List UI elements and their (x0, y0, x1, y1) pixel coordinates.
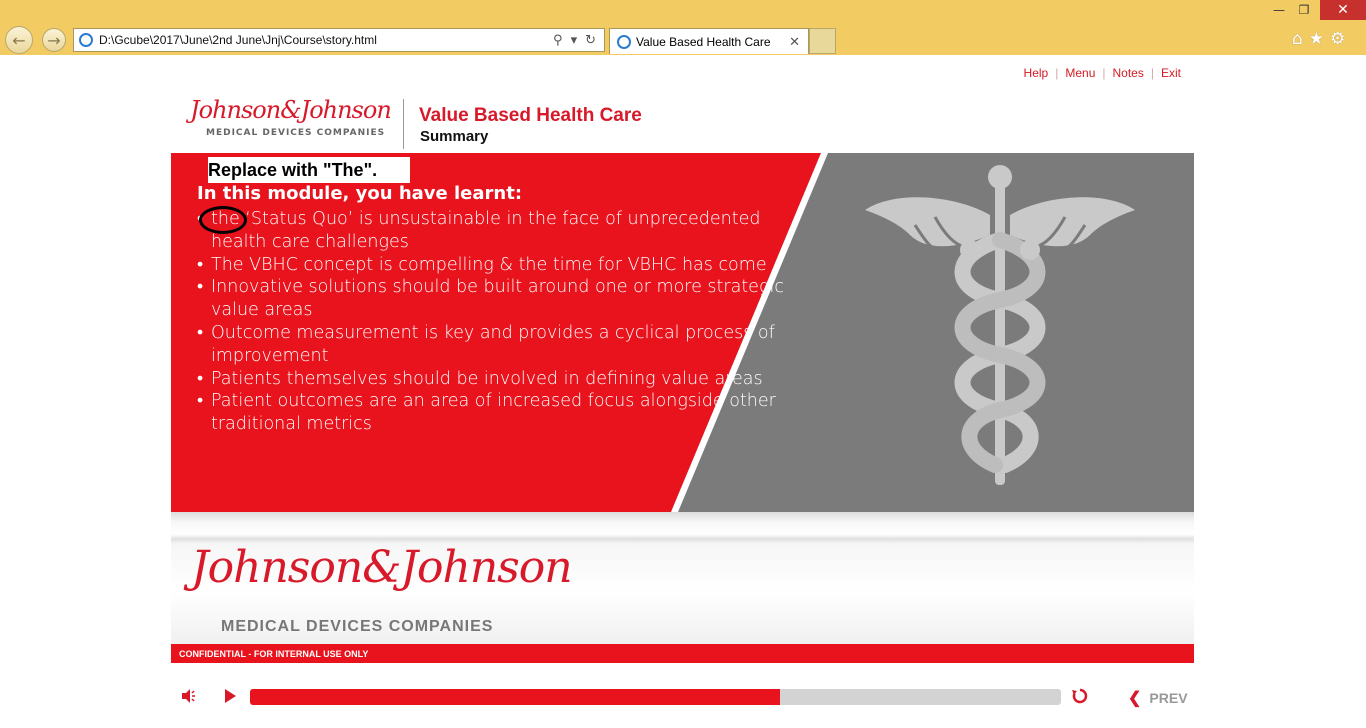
summary-slide: Replace with "The". In this module, you … (171, 153, 1194, 512)
tab-value-based-health-care[interactable]: Value Based Health Care ✕ (609, 28, 809, 54)
search-icon[interactable]: ⚲ (553, 33, 563, 48)
jnj-banner: Johnson&Johnson MEDICAL DEVICES COMPANIE… (171, 512, 1194, 644)
minimize-icon[interactable]: — (1268, 0, 1290, 20)
list-item: Patients themselves should be involved i… (197, 368, 787, 391)
address-url[interactable]: D:\Gcube\2017\June\2nd June\Jnj\Course\s… (99, 33, 553, 47)
banner-logo-subtitle: MEDICAL DEVICES COMPANIES (221, 618, 494, 635)
forward-arrow-icon: → (47, 30, 61, 50)
caduceus-icon (865, 165, 1135, 485)
review-circle-mark (199, 206, 247, 234)
prev-button[interactable]: ❮ PREV (1128, 688, 1188, 708)
refresh-icon[interactable]: ↻ (585, 33, 596, 48)
list-item: Innovative solutions should be built aro… (197, 276, 787, 322)
volume-icon[interactable] (181, 688, 197, 704)
ie-page-icon (79, 33, 93, 47)
logo-script: Johnson&Johnson (190, 96, 392, 124)
restore-icon[interactable]: ❐ (1292, 0, 1316, 20)
course-top-links: Help | Menu | Notes | Exit (1017, 66, 1188, 80)
banner-logo-script: Johnson&Johnson (191, 542, 573, 593)
review-annotation: Replace with "The". (208, 157, 410, 183)
list-item: The VBHC concept is compelling & the tim… (197, 254, 787, 277)
header-divider (403, 99, 404, 149)
exit-link[interactable]: Exit (1154, 66, 1188, 80)
play-icon[interactable] (225, 689, 236, 703)
ie-tab-icon (617, 34, 631, 49)
home-icon[interactable]: ⌂ (1292, 29, 1303, 49)
replay-icon[interactable] (1071, 687, 1089, 705)
menu-link[interactable]: Menu (1058, 66, 1102, 80)
forward-button[interactable]: → (42, 28, 66, 52)
seek-bar[interactable] (250, 689, 1061, 705)
new-tab-button[interactable] (809, 28, 836, 54)
summary-bullets: the ‘Status Quo’ is unsustainable in the… (197, 208, 787, 436)
list-item: Patient outcomes are an area of increase… (197, 390, 787, 436)
address-bar[interactable]: D:\Gcube\2017\June\2nd June\Jnj\Course\s… (73, 28, 605, 52)
back-arrow-icon: ← (12, 30, 26, 50)
list-item: the ‘Status Quo’ is unsustainable in the… (197, 208, 787, 254)
back-button[interactable]: ← (5, 26, 33, 54)
logo-subtitle: MEDICAL DEVICES COMPANIES (206, 128, 386, 138)
tab-title: Value Based Health Care (636, 34, 771, 49)
close-tab-icon[interactable]: ✕ (789, 34, 800, 50)
settings-gear-icon[interactable]: ⚙ (1330, 29, 1345, 49)
course-title: Value Based Health Care (419, 105, 642, 126)
prev-label: PREV (1149, 690, 1188, 706)
chevron-left-icon: ❮ (1128, 690, 1142, 707)
help-link[interactable]: Help (1017, 66, 1056, 80)
seek-bar-progress (250, 689, 781, 705)
confidential-strip: CONFIDENTIAL - FOR INTERNAL USE ONLY (171, 644, 1194, 663)
browser-chrome: ← → D:\Gcube\2017\June\2nd June\Jnj\Cour… (0, 0, 1366, 55)
notes-link[interactable]: Notes (1106, 66, 1151, 80)
list-item: Outcome measurement is key and provides … (197, 322, 787, 368)
jnj-logo-small: Johnson&Johnson MEDICAL DEVICES COMPANIE… (190, 96, 392, 138)
close-window-icon[interactable]: ✕ (1320, 0, 1366, 20)
slide-title: Summary (420, 128, 489, 145)
dropdown-icon[interactable]: ▾ (571, 33, 578, 48)
summary-lead: In this module, you have learnt: (197, 183, 523, 204)
favorites-star-icon[interactable]: ★ (1309, 29, 1324, 49)
